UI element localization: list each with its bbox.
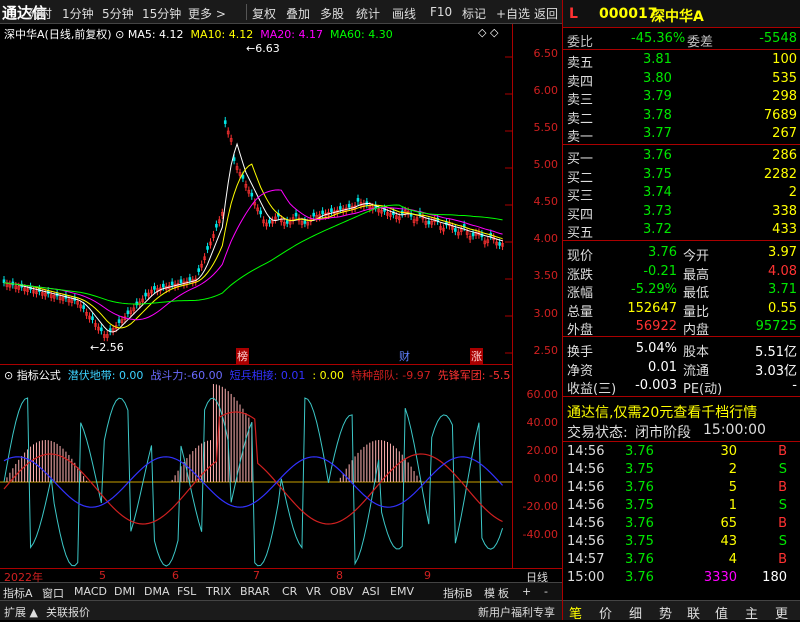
stat-row: 涨幅 -5.29% 最低 3.71 <box>567 282 797 301</box>
indicator-tabs: 指标A 窗口 MACD DMI DMA FSL TRIX BRAR CR VR … <box>0 582 562 600</box>
tab-asi[interactable]: ASI <box>362 585 380 598</box>
trade-status-row: 交易状态: 闭市阶段 15:00:00 <box>567 422 766 441</box>
event-marker-bang[interactable]: 榜 <box>236 348 249 364</box>
fuquan-button[interactable]: 复权 <box>252 5 276 22</box>
back-button[interactable]: 返回 <box>534 5 558 22</box>
bid-row: 买一 3.76 286 <box>567 148 797 167</box>
overlay-button[interactable]: 叠加 <box>286 5 310 22</box>
stock-code: 000017 <box>599 6 658 22</box>
tab-dma[interactable]: DMA <box>144 585 170 598</box>
tab-jia[interactable]: 价 <box>599 603 612 622</box>
ask-row: 卖五 3.81 100 <box>567 52 797 71</box>
tab-zhu[interactable]: 主 <box>745 603 758 622</box>
tab-geng[interactable]: 更 <box>775 603 788 622</box>
indicator-a: 潜伏地带: 0.00 <box>67 369 144 382</box>
bid-row: 买三 3.74 2 <box>567 185 797 204</box>
bid-row: 买五 3.72 433 <box>567 222 797 241</box>
tab-5min[interactable]: 5分钟 <box>102 5 134 22</box>
tick-row: 14:56 3.76 65 B <box>567 516 787 531</box>
weibi-row: 委比 -45.36% 委差 -5548 <box>567 31 797 50</box>
f10-button[interactable]: F10 <box>430 5 452 19</box>
tab-bi[interactable]: 笔 <box>569 603 582 622</box>
indicator-f: 先锋军团: -5.5 <box>437 369 511 382</box>
indicator-d: : 0.00 <box>312 369 345 382</box>
fin-row: 净资 0.01 流通 3.03亿 <box>567 359 797 379</box>
tick-row: 14:56 3.75 1 S <box>567 498 787 513</box>
indicator-b: 战斗力:-60.00 <box>150 369 223 382</box>
quote-header: L 000017 深中华A <box>563 0 800 28</box>
market-flag: L <box>569 6 578 22</box>
tab-template[interactable]: 模 <box>484 585 495 601</box>
stock-name-header: 深中华A <box>651 9 704 25</box>
tab-board[interactable]: 板 <box>498 585 509 601</box>
expand-button[interactable]: 扩展 ▲ <box>4 604 38 620</box>
tab-dmi[interactable]: DMI <box>114 585 135 598</box>
tab-shi[interactable]: 势 <box>659 603 672 622</box>
ask-row: 卖一 3.77 267 <box>567 126 797 145</box>
tab-macd[interactable]: MACD <box>74 585 107 598</box>
stat-row: 涨跌 -0.21 最高 4.08 <box>567 263 797 283</box>
tab-window[interactable]: 窗口 <box>42 585 64 601</box>
fin-row: 收益(三) -0.003 PE(动) - <box>567 378 797 397</box>
tab-zhi[interactable]: 值 <box>715 603 728 622</box>
low-price-annotation: ←2.56 <box>90 341 124 354</box>
stat-row: 现价 3.76 今开 3.97 <box>567 245 797 264</box>
multi-stock-button[interactable]: 多股 <box>320 5 344 22</box>
kline-chart[interactable] <box>0 40 512 362</box>
indicator-title: ⊙ 指标公式 潜伏地带: 0.00 战斗力:-60.00 短兵相接: 0.01 … <box>0 364 512 382</box>
tick-row: 14:56 3.75 43 S <box>567 534 787 549</box>
stat-row: 总量 152647 量比 0.55 <box>567 300 797 320</box>
stat-row: 外盘 56922 内盘 95725 <box>567 319 797 338</box>
event-marker-zhang[interactable]: 涨 <box>470 348 483 364</box>
related-quote-button[interactable]: 关联报价 <box>46 604 90 620</box>
tab-emv[interactable]: EMV <box>390 585 414 598</box>
bid-row: 买四 3.73 338 <box>567 203 797 223</box>
tab-trix[interactable]: TRIX <box>206 585 231 598</box>
tick-row: 14:56 3.76 5 B <box>567 480 787 495</box>
tab-cr[interactable]: CR <box>282 585 297 598</box>
fin-row: 换手 5.04% 股本 5.51亿 <box>567 341 797 360</box>
tab-lian[interactable]: 联 <box>687 603 700 622</box>
stats-button[interactable]: 统计 <box>356 5 380 22</box>
indicator-name[interactable]: ⊙ 指标公式 <box>4 369 61 382</box>
promo-link[interactable]: 新用户福利专享 <box>478 604 555 620</box>
ask-row: 卖四 3.80 535 <box>567 70 797 90</box>
ask-row: 卖二 3.78 7689 <box>567 107 797 127</box>
tab-1min[interactable]: 1分钟 <box>62 5 94 22</box>
ask-row: 卖三 3.79 298 <box>567 89 797 108</box>
price-axis: 6.50 6.00 5.50 5.00 4.50 4.00 3.50 3.00 … <box>512 24 562 364</box>
indicator-e: 特种部队: -9.97 <box>351 369 431 382</box>
indicator-axis: 60.00 40.00 20.00 0.00 -20.00 -40.00 <box>512 364 562 568</box>
event-marker-cai[interactable]: 财 <box>399 348 410 364</box>
tick-row: 14:57 3.76 4 B <box>567 552 787 567</box>
zoom-in-button[interactable]: + <box>522 585 531 598</box>
tab-obv[interactable]: OBV <box>330 585 353 598</box>
date-axis: 2022年 5 6 7 8 9 日线 <box>0 568 562 584</box>
tick-row: 15:00 3.76 3330 180 <box>567 570 787 585</box>
mark-button[interactable]: 标记 <box>462 5 486 22</box>
tab-xi[interactable]: 细 <box>629 603 642 622</box>
zoom-out-button[interactable]: - <box>544 585 548 598</box>
add-watchlist-button[interactable]: +自选 <box>496 5 530 22</box>
tick-row: 14:56 3.76 30 B <box>567 444 787 459</box>
tab-indicator-b[interactable]: 指标B <box>443 585 473 601</box>
tab-brar[interactable]: BRAR <box>240 585 270 598</box>
tick-row: 14:56 3.75 2 S <box>567 462 787 477</box>
indicator-c: 短兵相接: 0.01 <box>229 369 306 382</box>
draw-line-button[interactable]: 画线 <box>392 5 416 22</box>
high-price-annotation: ←6.63 <box>246 42 280 55</box>
tab-intraday[interactable]: 分时 <box>28 5 52 22</box>
chart-options-icon[interactable]: ◇ ◇ <box>478 26 498 39</box>
tab-more[interactable]: 更多 > <box>188 5 226 22</box>
tab-15min[interactable]: 15分钟 <box>142 5 181 22</box>
tab-fsl[interactable]: FSL <box>177 585 196 598</box>
bid-row: 买二 3.75 2282 <box>567 166 797 186</box>
tab-vr[interactable]: VR <box>306 585 321 598</box>
ad-banner[interactable]: 通达信,仅需20元查看千档行情 <box>563 401 800 421</box>
indicator-chart[interactable] <box>0 382 512 568</box>
quote-panel: L 000017 深中华A 委比 -45.36% 委差 -5548 通达信,仅需… <box>562 0 800 622</box>
quote-bottom-tabs: 笔 价 细 势 联 值 主 更 <box>563 600 800 622</box>
tab-indicator-a[interactable]: 指标A <box>3 585 33 601</box>
